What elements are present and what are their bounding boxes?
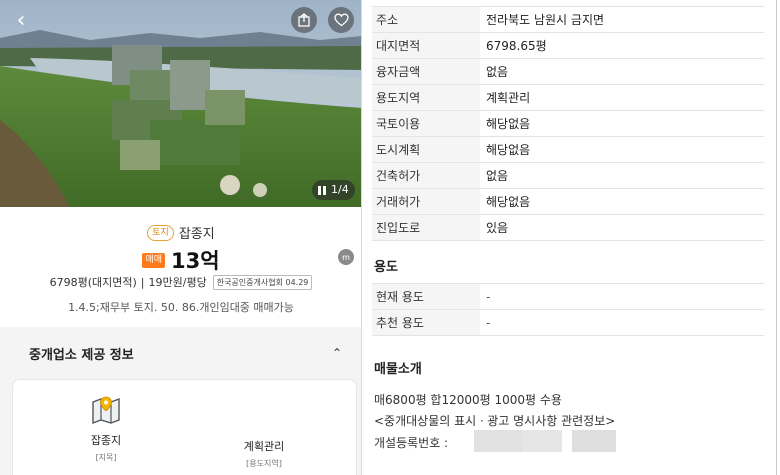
table-row: 용도지역 계획관리 <box>372 85 764 111</box>
row-value: - <box>486 290 491 304</box>
row-value: 계획관리 <box>486 91 531 105</box>
row-value: 없음 <box>486 169 509 183</box>
association-badge: 한국공인중개사협회 04.29 <box>212 274 313 290</box>
row-label: 진입도로 <box>372 215 480 240</box>
back-button[interactable]: ‹ <box>8 8 34 34</box>
row-value: 해당없음 <box>486 117 531 131</box>
unit-price: 19만원/평당 <box>148 276 207 289</box>
chevron-up-icon[interactable]: ⌃ <box>332 346 342 360</box>
intro-line-1: 매6800평 합12000평 1000평 수용 <box>374 393 562 407</box>
land-category-item: 잡종지 [지목] <box>46 396 166 463</box>
photo-counter[interactable]: 1/4 <box>312 180 355 200</box>
row-label: 융자금액 <box>372 59 480 84</box>
intro-line-2: <중개대상물의 표시ㆍ광고 명시사항 관련정보> <box>374 414 616 428</box>
table-row: 진입도로 있음 <box>372 215 764 241</box>
land-category-label: [지목] <box>95 453 117 462</box>
row-label: 용도지역 <box>372 85 480 110</box>
heart-icon <box>333 13 349 27</box>
listing-panel: ‹ 1/4 토지 잡종지 매매 13억 m 6798평(대지면적) | 19만원… <box>0 0 362 475</box>
table-row: 주소 전라북도 남원시 금지면 <box>372 7 764 33</box>
listing-summary: 토지 잡종지 매매 13억 m 6798평(대지면적) | 19만원/평당 한국… <box>0 207 361 327</box>
row-label: 추천 용도 <box>372 310 480 335</box>
chevron-left-icon: ‹ <box>16 8 26 33</box>
land-category-value: 잡종지 <box>90 434 122 447</box>
window-border <box>776 0 777 475</box>
property-type-badge: 토지 <box>147 224 174 241</box>
broker-info-card: 잡종지 [지목] 계획관리 [용도지역] <box>12 379 357 475</box>
zoning-item: 계획관리 [용도지역] <box>204 396 324 469</box>
broker-section-title: 중개업소 제공 정보 <box>29 347 134 363</box>
gallery-icon <box>318 185 326 195</box>
table-row: 도시계획 해당없음 <box>372 137 764 163</box>
price: 13억 <box>171 249 220 273</box>
redacted-block <box>572 430 616 452</box>
intro-section-title: 매물소개 <box>374 362 422 377</box>
listing-photo[interactable]: ‹ 1/4 <box>0 0 361 207</box>
table-row: 융자금액 없음 <box>372 59 764 85</box>
use-table: 현재 용도 - 추천 용도 - <box>372 283 764 336</box>
table-row: 대지면적 6798.65평 <box>372 33 764 59</box>
agent-badge-icon[interactable]: m <box>338 249 354 265</box>
photo-counter-text: 1/4 <box>331 183 349 196</box>
row-label: 건축허가 <box>372 163 480 188</box>
intro-line-3: 개설등록번호 : <box>374 436 449 450</box>
share-button[interactable] <box>291 7 317 33</box>
row-value: 있음 <box>486 221 509 235</box>
share-icon <box>298 13 310 27</box>
table-row: 현재 용도 - <box>372 284 764 310</box>
row-value: 없음 <box>486 65 509 79</box>
row-label: 국토이용 <box>372 111 480 136</box>
row-label: 주소 <box>372 7 480 32</box>
table-row: 추천 용도 - <box>372 310 764 336</box>
redacted-block <box>474 430 522 452</box>
row-label: 현재 용도 <box>372 284 480 309</box>
table-row: 국토이용 해당없음 <box>372 111 764 137</box>
favorite-button[interactable] <box>328 7 354 33</box>
broker-section-header[interactable]: 중개업소 제공 정보 ⌃ <box>0 327 361 379</box>
row-label: 도시계획 <box>372 137 480 162</box>
map-pin-icon <box>92 396 120 424</box>
listing-description: 1.4.5;재무부 토지. 50. 86.개인임대중 매매가능 <box>68 301 294 314</box>
row-value: 전라북도 남원시 금지면 <box>486 13 605 27</box>
row-label: 대지면적 <box>372 33 480 58</box>
row-value: 해당없음 <box>486 195 531 209</box>
zoning-label: [용도지역] <box>246 459 282 468</box>
table-row: 거래허가 해당없음 <box>372 189 764 215</box>
row-value: 해당없음 <box>486 143 531 157</box>
separator: | <box>140 275 145 289</box>
row-value: - <box>486 316 491 330</box>
row-label: 거래허가 <box>372 189 480 214</box>
property-info-table: 주소 전라북도 남원시 금지면 대지면적 6798.65평 융자금액 없음 용도지역 계획관리… <box>372 6 764 241</box>
area-text: 6798평(대지면적) <box>49 276 137 289</box>
row-value: 6798.65평 <box>486 39 547 53</box>
zoning-value: 계획관리 <box>243 440 285 453</box>
property-type: 잡종지 <box>178 227 215 242</box>
use-section-title: 용도 <box>374 260 398 275</box>
redacted-block <box>522 430 562 452</box>
deal-type-badge: 매매 <box>142 252 165 268</box>
detail-panel: 주소 전라북도 남원시 금지면 대지면적 6798.65평 융자금액 없음 용도지역 계획관리… <box>362 0 780 475</box>
table-row: 건축허가 없음 <box>372 163 764 189</box>
